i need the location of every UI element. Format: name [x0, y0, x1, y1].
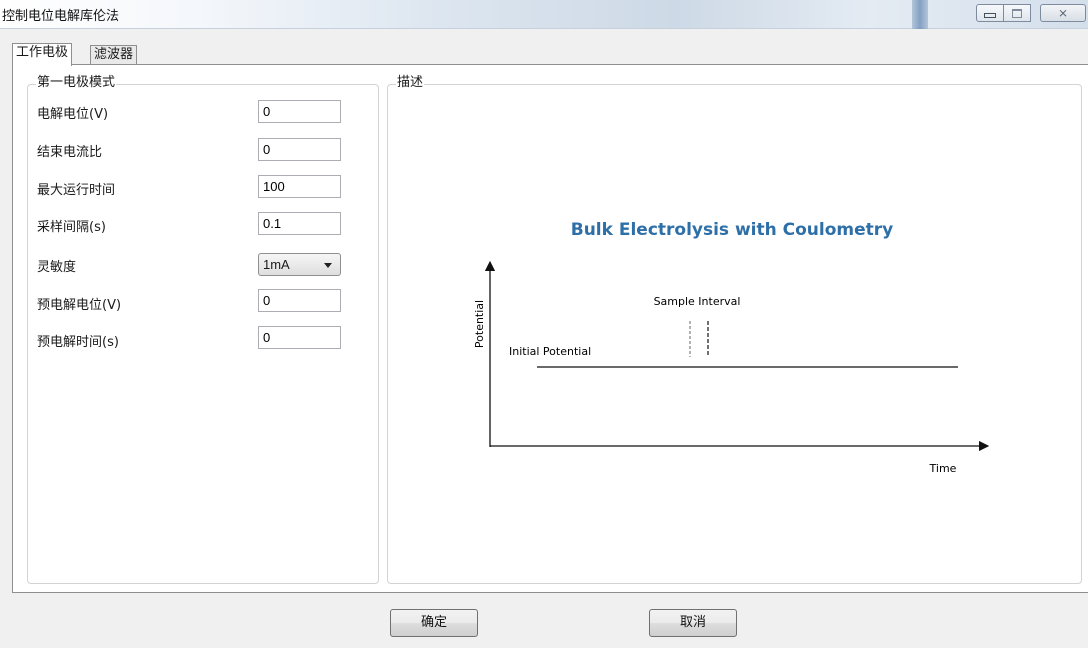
- pre-electrolysis-potential-label: 预电解电位(V): [37, 298, 122, 313]
- end-current-ratio-label: 结束电流比: [37, 145, 103, 160]
- cancel-button[interactable]: 取消: [649, 609, 737, 637]
- pre-electrolysis-time-label: 预电解时间(s): [37, 335, 119, 350]
- description-legend: 描述: [396, 75, 425, 90]
- pre-electrolysis-time-input[interactable]: [258, 326, 341, 349]
- close-button[interactable]: ⨯: [1040, 4, 1086, 22]
- max-run-time-label: 最大运行时间: [37, 183, 116, 198]
- tab-filter[interactable]: 滤波器: [90, 45, 138, 65]
- electrode-mode-legend: 第一电极模式: [36, 75, 117, 90]
- sample-interval-label: 采样间隔(s): [37, 220, 106, 235]
- electrolysis-potential-input[interactable]: [258, 100, 341, 123]
- sensitivity-label: 灵敏度: [37, 260, 77, 275]
- ok-button[interactable]: 确定: [390, 609, 478, 637]
- title-bar-accent: [912, 0, 928, 29]
- dropdown-arrow-icon: [324, 263, 332, 268]
- minimize-icon: [984, 13, 996, 18]
- electrolysis-potential-label: 电解电位(V): [37, 107, 109, 122]
- pre-electrolysis-potential-input[interactable]: [258, 289, 341, 312]
- sensitivity-select[interactable]: 1mA: [258, 253, 341, 276]
- close-icon: ⨯: [1057, 6, 1069, 20]
- maximize-icon: [1012, 8, 1022, 18]
- maximize-button[interactable]: [1004, 4, 1031, 22]
- description-group: [387, 84, 1082, 584]
- tab-working-electrode[interactable]: 工作电极: [12, 43, 73, 66]
- title-bar: 控制电位电解库伦法 ⨯: [0, 0, 1088, 29]
- sensitivity-value: 1mA: [263, 257, 290, 272]
- max-run-time-input[interactable]: [258, 175, 341, 198]
- end-current-ratio-input[interactable]: [258, 138, 341, 161]
- minimize-button[interactable]: [976, 4, 1004, 22]
- window-title: 控制电位电解库伦法: [2, 9, 120, 24]
- sample-interval-input[interactable]: [258, 212, 341, 235]
